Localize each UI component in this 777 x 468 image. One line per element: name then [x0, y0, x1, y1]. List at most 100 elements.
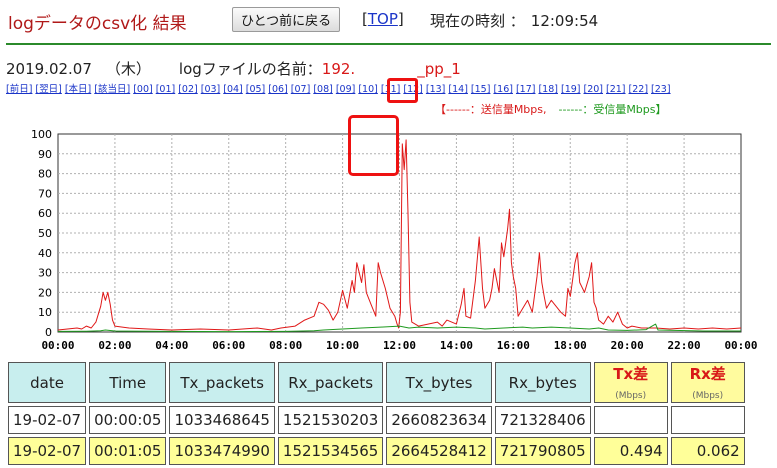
- hour-link-13[interactable]: [09]: [336, 84, 356, 95]
- hour-link-3[interactable]: [該当日]: [94, 84, 130, 95]
- table-row: 19-02-07 00:01:05 1033474990 1521534565 2664…: [8, 437, 745, 465]
- hour-link-9[interactable]: [05]: [246, 84, 266, 95]
- log-date: 2019.02.07: [6, 60, 92, 78]
- log-ip: 192.: [321, 60, 356, 78]
- hour-link-20[interactable]: [16]: [493, 84, 513, 95]
- table-header-row: date Time Tx_packets Rx_packets Tx_bytes Rx_b…: [8, 362, 745, 403]
- y-tick-label-4: 40: [38, 247, 52, 260]
- column-header-3: Rx_packets: [277, 362, 384, 403]
- x-tick-label-5: 10:00: [326, 339, 359, 352]
- hour-link-27[interactable]: [23]: [651, 84, 671, 95]
- hour-link-22[interactable]: [18]: [538, 84, 558, 95]
- x-tick-label-12: 00:00: [724, 339, 757, 352]
- log-name-label: logファイルの名前：: [178, 60, 322, 78]
- hour-link-25[interactable]: [21]: [606, 84, 626, 95]
- x-tick-label-7: 14:00: [440, 339, 473, 352]
- table-cell: 721328406: [494, 406, 591, 434]
- hour-link-14[interactable]: [10]: [358, 84, 378, 95]
- hour-link-11[interactable]: [07]: [291, 84, 311, 95]
- x-tick-label-11: 22:00: [668, 339, 701, 352]
- x-tick-label-1: 02:00: [98, 339, 131, 352]
- column-header-label: Tx差: [613, 365, 649, 383]
- top-link[interactable]: TOP: [368, 10, 398, 28]
- column-header-label: Tx_bytes: [405, 373, 473, 392]
- hour-nav: [前日] [翌日] [本日] [該当日] [00] [01] [02] [03] [04] [05…: [6, 81, 674, 95]
- x-tick-label-4: 08:00: [269, 339, 302, 352]
- hour-link-12[interactable]: [08]: [313, 84, 333, 95]
- hour-link-24[interactable]: [20]: [584, 84, 604, 95]
- table-cell: 1521534565: [277, 437, 384, 465]
- table-cell: 1521530203: [277, 406, 384, 434]
- column-header-7: Rx差 (Mbps): [670, 362, 745, 403]
- hour-link-6[interactable]: [02]: [178, 84, 198, 95]
- x-tick-label-9: 18:00: [554, 339, 587, 352]
- legend-tx: 【------：送信量Mbps,: [435, 103, 547, 116]
- y-tick-label-5: 50: [38, 227, 52, 240]
- hour-link-7[interactable]: [03]: [201, 84, 221, 95]
- hour-link-26[interactable]: [22]: [629, 84, 649, 95]
- hour-link-18[interactable]: [14]: [448, 84, 468, 95]
- column-header-1: Time: [89, 362, 167, 403]
- hour-link-23[interactable]: [19]: [561, 84, 581, 95]
- y-tick-label-10: 100: [31, 128, 52, 141]
- highlight-box-hour-10: [387, 78, 418, 103]
- x-tick-label-10: 20:00: [611, 339, 644, 352]
- x-tick-label-0: 00:00: [41, 339, 74, 352]
- table-cell: 2660823634: [386, 406, 492, 434]
- hour-link-10[interactable]: [06]: [268, 84, 288, 95]
- hour-link-17[interactable]: [13]: [426, 84, 446, 95]
- table-row: 19-02-07 00:00:05 1033468645 1521530203 2660…: [8, 406, 745, 434]
- hour-link-5[interactable]: [01]: [156, 84, 176, 95]
- log-weekday: （木）: [105, 60, 151, 78]
- highlight-box-peak: [348, 115, 399, 176]
- y-axis-ticks: 0 10 20 30 40 50 60 70 80 90 100: [31, 128, 52, 339]
- hour-link-4[interactable]: [00]: [133, 84, 153, 95]
- table-cell: 19-02-07: [8, 406, 87, 434]
- top-bracket-close: ]: [397, 10, 404, 28]
- table-cell: 19-02-07: [8, 437, 87, 465]
- y-tick-label-6: 60: [38, 207, 52, 220]
- y-tick-label-7: 70: [38, 187, 52, 200]
- hour-link-1[interactable]: [翌日]: [35, 84, 61, 95]
- log-suffix: _pp_1: [417, 60, 461, 78]
- y-tick-label-0: 0: [45, 326, 52, 339]
- back-button[interactable]: ひとつ前に戻る: [232, 7, 341, 32]
- current-time-value: 12:09:54: [530, 12, 599, 30]
- current-time-label: 現在の時刻 ：: [430, 12, 525, 30]
- table-cell: [593, 406, 668, 434]
- x-axis-ticks: 00:00 02:00 04:00 06:00 08:00 10:00 12:00 14:00…: [41, 339, 757, 352]
- table-cell: 0.494: [593, 437, 668, 465]
- column-header-4: Tx_bytes: [386, 362, 492, 403]
- hour-link-8[interactable]: [04]: [223, 84, 243, 95]
- table-cell: 00:01:05: [89, 437, 167, 465]
- y-tick-label-8: 80: [38, 168, 52, 181]
- x-tick-label-3: 06:00: [212, 339, 245, 352]
- page-title: logデータのcsv化 結果: [8, 14, 187, 34]
- log-table: date Time Tx_packets Rx_packets Tx_bytes Rx_b…: [5, 359, 748, 468]
- y-tick-label-2: 20: [38, 286, 52, 299]
- column-header-label: Rx_bytes: [508, 373, 577, 392]
- header-divider: [6, 43, 771, 45]
- hour-link-19[interactable]: [15]: [471, 84, 491, 95]
- column-header-label: Tx_packets: [180, 373, 264, 392]
- hour-link-2[interactable]: [本日]: [65, 84, 91, 95]
- table-cell: 0.062: [670, 437, 745, 465]
- table-cell: [670, 406, 745, 434]
- hour-link-0[interactable]: [前日]: [6, 84, 32, 95]
- column-header-2: Tx_packets: [169, 362, 275, 403]
- hour-link-21[interactable]: [17]: [516, 84, 536, 95]
- column-header-label: date: [30, 373, 64, 392]
- table-cell: 2664528412: [386, 437, 492, 465]
- top-link-group: [TOP]: [362, 10, 404, 28]
- column-header-label: Rx_packets: [288, 373, 374, 392]
- column-header-label: Time: [109, 373, 147, 392]
- column-header-label: Rx差: [689, 365, 726, 383]
- log-info: 2019.02.07 （木） logファイルの名前：192. _pp_1: [6, 58, 461, 79]
- x-tick-label-8: 16:00: [497, 339, 530, 352]
- y-tick-label-1: 10: [38, 306, 52, 319]
- table-cell: 1033474990: [169, 437, 275, 465]
- y-tick-label-9: 90: [38, 148, 52, 161]
- table-cell: 00:00:05: [89, 406, 167, 434]
- y-tick-label-3: 30: [38, 267, 52, 280]
- column-header-6: Tx差 (Mbps): [593, 362, 668, 403]
